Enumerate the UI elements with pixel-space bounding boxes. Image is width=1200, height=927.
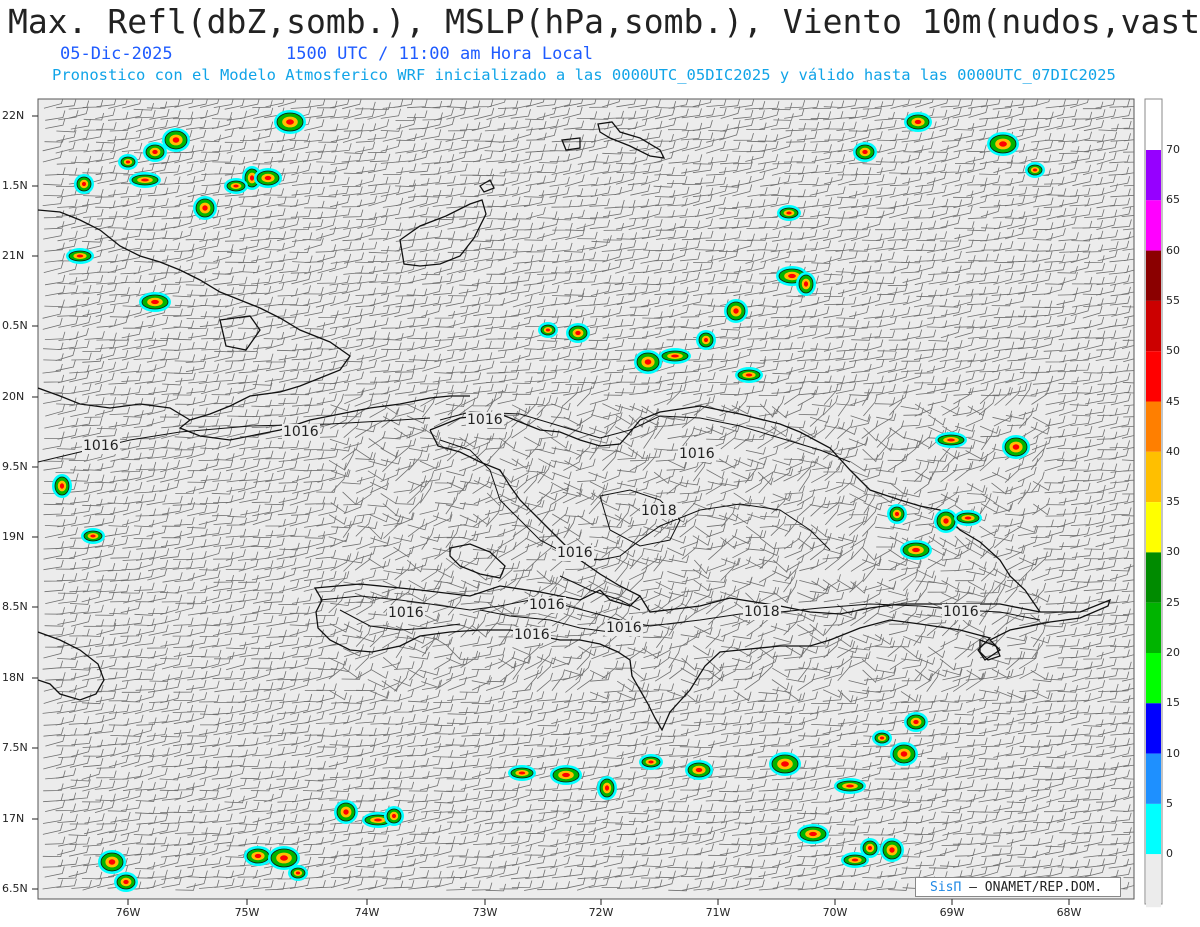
weather-map	[32, 98, 1163, 908]
